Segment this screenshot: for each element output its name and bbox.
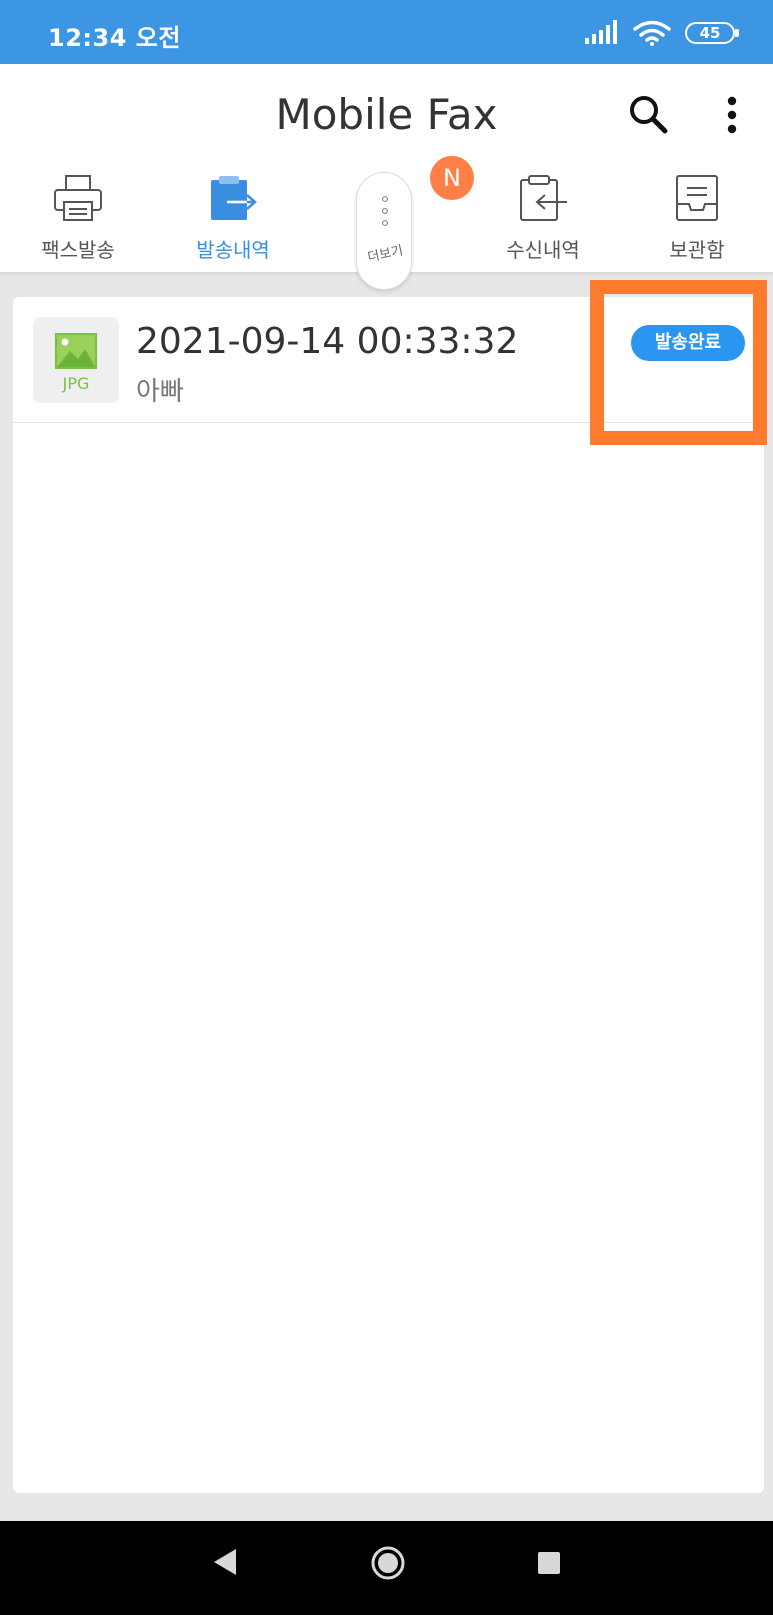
tab-label: 수신내역 xyxy=(506,238,580,262)
received-clipboard-icon xyxy=(520,175,567,221)
back-icon[interactable] xyxy=(210,1547,238,1577)
battery-level: 45 xyxy=(699,24,721,42)
more-vert-icon[interactable] xyxy=(722,96,742,134)
recent-apps-icon[interactable] xyxy=(537,1551,561,1575)
printer-icon xyxy=(54,175,102,221)
signal-icon xyxy=(585,20,617,44)
fax-list: JPG 2021-09-14 00:33:32 아빠 발송완료 xyxy=(13,297,764,1493)
more-label: 더보기 xyxy=(366,243,405,266)
search-icon[interactable] xyxy=(628,94,668,134)
more-button[interactable]: 더보기 xyxy=(356,172,412,290)
archive-box-icon xyxy=(676,175,718,221)
tab-fax-send[interactable]: 팩스발송 xyxy=(3,174,153,270)
tab-received-history[interactable]: 수신내역 xyxy=(468,174,618,270)
tab-sent-history[interactable]: 발송내역 xyxy=(158,174,308,270)
tab-label: 보관함 xyxy=(669,238,725,262)
file-type-label: JPG xyxy=(62,374,90,393)
wifi-icon xyxy=(633,20,671,46)
home-icon[interactable] xyxy=(370,1545,406,1581)
sent-clipboard-icon xyxy=(211,176,257,220)
image-icon xyxy=(55,333,97,369)
tab-label: 팩스발송 xyxy=(41,238,115,262)
new-badge: N xyxy=(430,156,474,200)
status-bar: 12:34 오전 45 xyxy=(0,0,773,64)
dots-icon xyxy=(382,196,388,226)
battery-icon: 45 xyxy=(685,22,739,44)
sent-date: 2021-09-14 00:33:32 xyxy=(136,321,519,362)
recipient-name: 아빠 xyxy=(136,377,184,407)
tab-label: 발송내역 xyxy=(196,238,270,262)
status-time: 12:34 오전 xyxy=(48,24,181,52)
system-nav-bar xyxy=(0,1521,773,1615)
tab-archive[interactable]: 보관함 xyxy=(622,174,772,270)
file-thumbnail: JPG xyxy=(33,317,119,403)
highlight-box xyxy=(590,280,767,445)
screen: 12:34 오전 45 Mobile Fax 팩스발송 발송내역 수신내역 보관… xyxy=(0,0,773,1615)
app-header: Mobile Fax 팩스발송 발송내역 수신내역 보관함 더보기 N xyxy=(0,64,773,290)
